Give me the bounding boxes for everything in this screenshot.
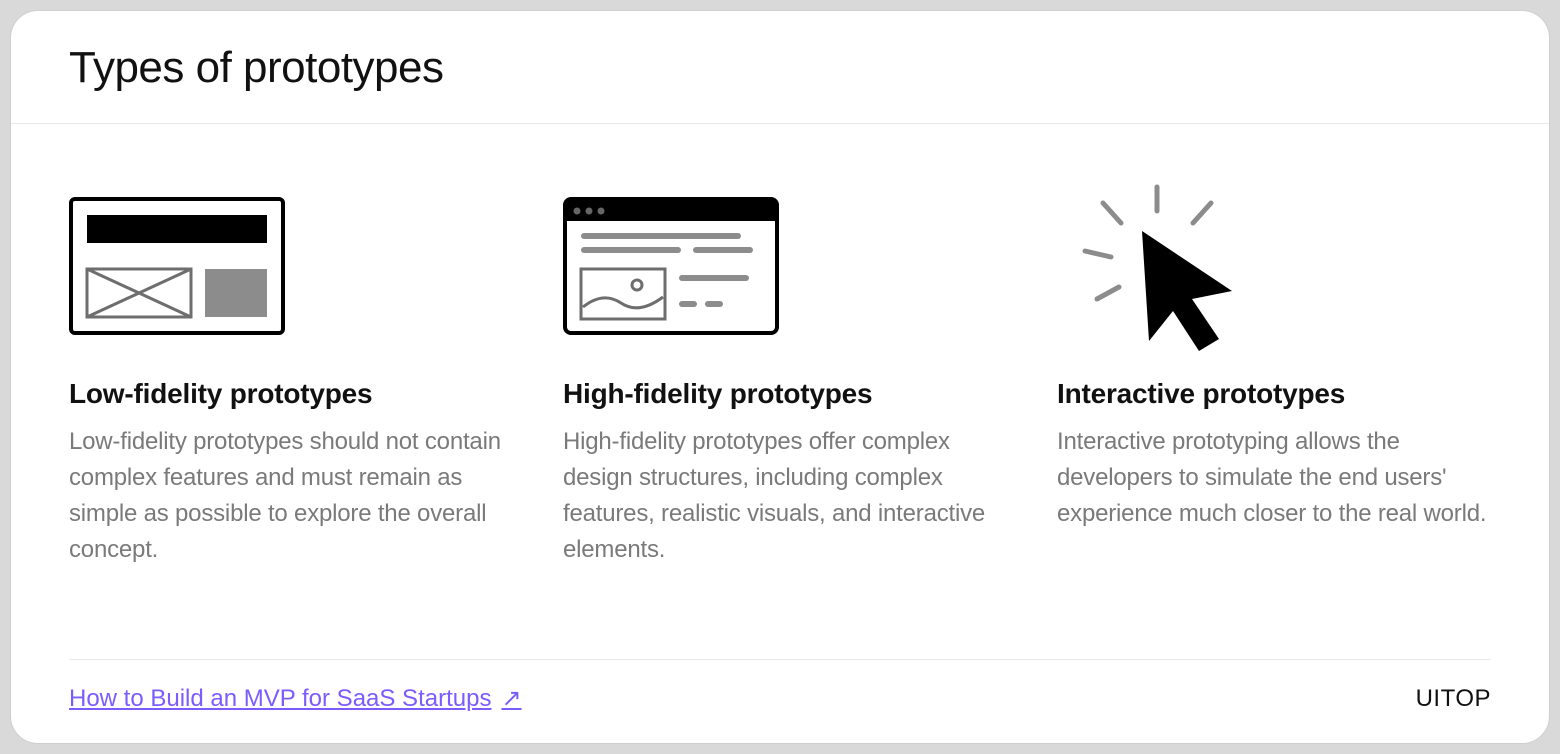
wireframe-icon <box>69 186 503 346</box>
column-text: Low-fidelity prototypes should not conta… <box>69 424 503 568</box>
column-high-fidelity: High-fidelity prototypes High-fidelity p… <box>563 186 997 659</box>
column-text: High-fidelity prototypes offer complex d… <box>563 424 997 568</box>
footer-link-text: How to Build an MVP for SaaS Startups <box>69 685 491 713</box>
footer-link[interactable]: How to Build an MVP for SaaS Startups ↗ <box>69 684 522 713</box>
cursor-click-icon <box>1057 186 1491 346</box>
card-body: Low-fidelity prototypes Low-fidelity pro… <box>11 124 1549 659</box>
brand-label: UITOP <box>1416 685 1491 713</box>
column-text: Interactive prototyping allows the devel… <box>1057 424 1491 532</box>
info-card: Types of prototypes Low-fidelity prototy… <box>10 10 1550 744</box>
card-header: Types of prototypes <box>11 11 1549 124</box>
column-title: High-fidelity prototypes <box>563 378 997 410</box>
external-link-icon: ↗ <box>501 684 521 713</box>
column-interactive: Interactive prototypes Interactive proto… <box>1057 186 1491 659</box>
column-low-fidelity: Low-fidelity prototypes Low-fidelity pro… <box>69 186 503 659</box>
card-title: Types of prototypes <box>69 43 1491 93</box>
column-title: Low-fidelity prototypes <box>69 378 503 410</box>
column-title: Interactive prototypes <box>1057 378 1491 410</box>
browser-window-icon <box>563 186 997 346</box>
card-footer: How to Build an MVP for SaaS Startups ↗ … <box>69 659 1491 743</box>
